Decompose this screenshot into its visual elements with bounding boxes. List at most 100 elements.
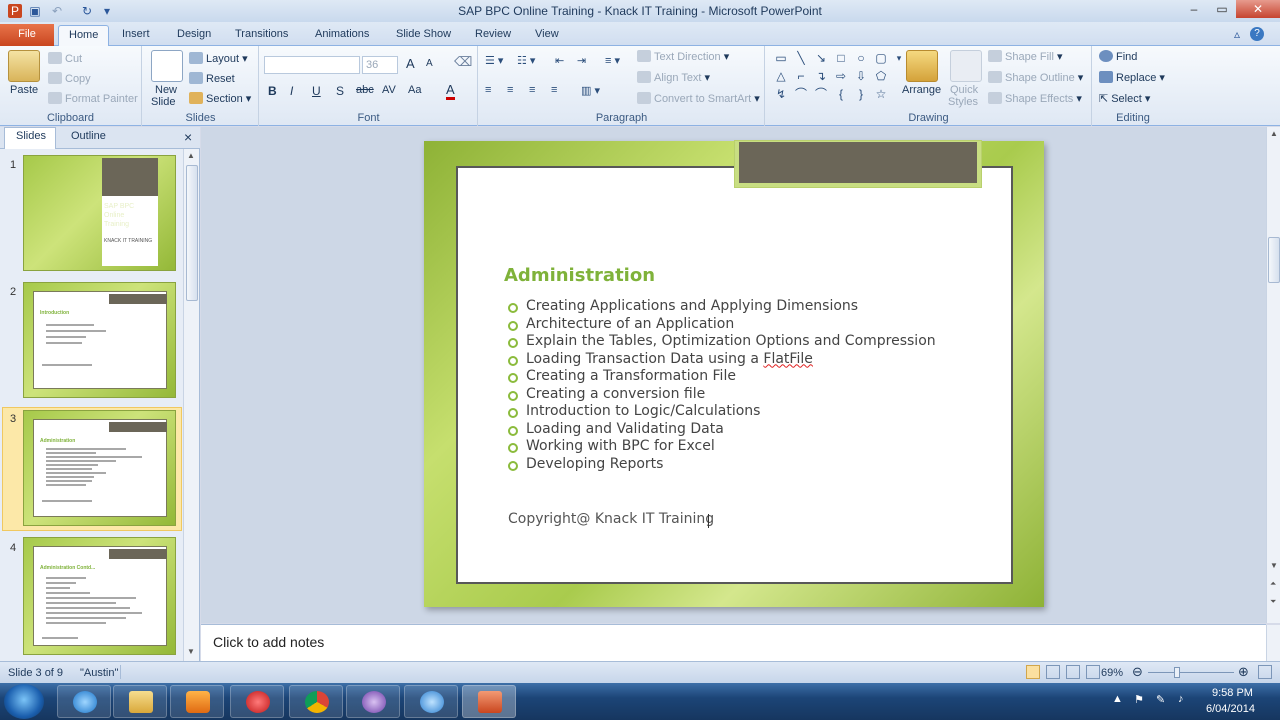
decrease-indent-icon[interactable]: ⇤ bbox=[555, 54, 564, 67]
textbox-shape-icon[interactable]: ▭ bbox=[772, 50, 790, 66]
brace-left-shape-icon[interactable]: { bbox=[832, 86, 850, 102]
taskbar-powerpoint[interactable] bbox=[462, 685, 516, 718]
increase-indent-icon[interactable]: ⇥ bbox=[577, 54, 586, 67]
zoom-slider[interactable] bbox=[1148, 672, 1234, 673]
normal-view-icon[interactable] bbox=[1026, 665, 1040, 679]
section-button[interactable]: Section ▾ bbox=[189, 92, 251, 105]
pin-tray-icon[interactable]: ✎ bbox=[1156, 693, 1165, 706]
slide-sorter-icon[interactable] bbox=[1046, 665, 1060, 679]
fit-to-window-icon[interactable] bbox=[1258, 665, 1272, 679]
bold-button[interactable]: B bbox=[268, 84, 277, 98]
new-slide-button-line2[interactable]: Slide bbox=[151, 96, 175, 108]
convert-smartart-button[interactable]: Convert to SmartArt ▾ bbox=[637, 92, 760, 105]
new-slide-button[interactable]: New bbox=[155, 84, 177, 96]
shape-effects-button[interactable]: Shape Effects ▾ bbox=[988, 92, 1082, 105]
start-button[interactable] bbox=[4, 684, 44, 719]
quick-styles-button[interactable]: Quick bbox=[950, 84, 978, 96]
zoom-in-icon[interactable]: ⊕ bbox=[1238, 664, 1249, 680]
curve-shape-icon[interactable]: ⌒ bbox=[792, 86, 810, 102]
slide-thumbnail-2[interactable]: Introduction bbox=[23, 282, 176, 398]
tab-transitions[interactable]: Transitions bbox=[225, 25, 298, 46]
paste-icon[interactable] bbox=[8, 50, 40, 82]
slide-show-icon[interactable] bbox=[1086, 665, 1100, 679]
network-icon[interactable]: ⚑ bbox=[1134, 693, 1144, 706]
tab-file[interactable]: File bbox=[0, 24, 54, 46]
tab-slide-show[interactable]: Slide Show bbox=[386, 25, 461, 46]
taskbar-app[interactable] bbox=[346, 685, 400, 718]
arrange-button[interactable]: Arrange bbox=[902, 84, 941, 96]
scroll-down-icon[interactable]: ▼ bbox=[187, 647, 195, 656]
oval-shape-icon[interactable]: ○ bbox=[852, 50, 870, 66]
taskbar-pin[interactable] bbox=[230, 685, 284, 718]
taskbar-media-player[interactable] bbox=[170, 685, 224, 718]
select-button[interactable]: ⇱ Select ▾ bbox=[1099, 92, 1150, 105]
line-spacing-icon[interactable]: ≡ ▾ bbox=[605, 54, 620, 67]
taskbar-itunes[interactable] bbox=[404, 685, 458, 718]
zoom-out-icon[interactable]: ⊖ bbox=[1132, 664, 1143, 680]
change-case-button[interactable]: Aa bbox=[408, 84, 421, 96]
star-shape-icon[interactable]: ☆ bbox=[872, 86, 890, 102]
font-name-combo[interactable] bbox=[264, 56, 360, 74]
reading-view-icon[interactable] bbox=[1066, 665, 1080, 679]
reset-button[interactable]: Reset bbox=[189, 72, 235, 85]
slide-scrollbar[interactable]: ▲ ▼ ⏶ ⏷ bbox=[1266, 127, 1280, 623]
tab-insert[interactable]: Insert bbox=[112, 25, 160, 46]
tab-home[interactable]: Home bbox=[58, 25, 110, 46]
columns-icon[interactable]: ▥ ▾ bbox=[581, 84, 600, 97]
clock-date[interactable]: 6/04/2014 bbox=[1206, 703, 1255, 715]
taskbar-explorer[interactable] bbox=[113, 685, 167, 718]
scroll-up-icon[interactable]: ▲ bbox=[1270, 129, 1278, 138]
maximize-button[interactable]: ▭ bbox=[1208, 0, 1236, 18]
slide-thumbnail-3[interactable]: Administration bbox=[23, 410, 176, 526]
underline-button[interactable]: U bbox=[312, 84, 321, 98]
scroll-down-icon[interactable]: ▼ bbox=[1270, 561, 1278, 570]
align-right-icon[interactable]: ≡ bbox=[529, 84, 535, 96]
arrow-line-shape-icon[interactable]: ↘ bbox=[812, 50, 830, 66]
zoom-slider-thumb[interactable] bbox=[1174, 667, 1180, 678]
slide-scroll-thumb[interactable] bbox=[1268, 237, 1280, 283]
paste-button[interactable]: Paste bbox=[10, 84, 38, 96]
clock-time[interactable]: 9:58 PM bbox=[1212, 687, 1253, 699]
down-arrow-shape-icon[interactable]: ⇩ bbox=[852, 68, 870, 84]
find-button[interactable]: Find bbox=[1099, 50, 1137, 63]
arrange-icon[interactable] bbox=[906, 50, 938, 82]
character-spacing-button[interactable]: AV bbox=[382, 84, 396, 96]
format-painter-button[interactable]: Format Painter bbox=[48, 92, 138, 105]
rounded-rect-shape-icon[interactable]: ▢ bbox=[872, 50, 890, 66]
current-slide[interactable]: Administration Creating Applications and… bbox=[424, 140, 1044, 607]
cut-button[interactable]: Cut bbox=[48, 52, 82, 65]
shape-fill-button[interactable]: Shape Fill ▾ bbox=[988, 50, 1063, 63]
volume-icon[interactable]: ♪ bbox=[1178, 693, 1184, 705]
strikethrough-button[interactable]: abc bbox=[356, 84, 374, 96]
text-direction-button[interactable]: Text Direction ▾ bbox=[637, 50, 729, 63]
pentagon-shape-icon[interactable]: ⬠ bbox=[872, 68, 890, 84]
right-arrow-shape-icon[interactable]: ⇨ bbox=[832, 68, 850, 84]
elbow-arrow-icon[interactable]: ↴ bbox=[812, 68, 830, 84]
taskbar-chrome[interactable] bbox=[289, 685, 343, 718]
quick-styles-button-line2[interactable]: Styles bbox=[948, 96, 978, 108]
italic-button[interactable]: I bbox=[290, 84, 293, 98]
next-slide-icon[interactable]: ⏷ bbox=[1270, 597, 1276, 607]
tab-design[interactable]: Design bbox=[167, 25, 221, 46]
slide-bullet-list[interactable]: Creating Applications and Applying Dimen… bbox=[508, 298, 936, 473]
arc-shape-icon[interactable]: ⌒ bbox=[812, 86, 830, 102]
slides-pane-scrollbar[interactable]: ▲ ▼ bbox=[183, 149, 199, 661]
minimize-ribbon-icon[interactable]: ▵ bbox=[1230, 27, 1244, 41]
slide-thumbnail-4[interactable]: Administration Contd... bbox=[23, 537, 176, 655]
layout-button[interactable]: Layout ▾ bbox=[189, 52, 248, 65]
justify-icon[interactable]: ≡ bbox=[551, 84, 557, 96]
notes-pane[interactable]: Click to add notes bbox=[201, 624, 1280, 662]
align-center-icon[interactable]: ≡ bbox=[507, 84, 513, 96]
numbering-icon[interactable]: ☷ ▾ bbox=[517, 54, 535, 67]
close-button[interactable]: ✕ bbox=[1236, 0, 1280, 18]
taskbar-ie[interactable] bbox=[57, 685, 111, 718]
elbow-connector-icon[interactable]: ⌐ bbox=[792, 68, 810, 84]
scroll-up-icon[interactable]: ▲ bbox=[187, 151, 195, 160]
shape-outline-button[interactable]: Shape Outline ▾ bbox=[988, 71, 1083, 84]
bullets-icon[interactable]: ☰ ▾ bbox=[485, 54, 503, 67]
slides-pane-scroll-thumb[interactable] bbox=[186, 165, 198, 301]
brace-right-shape-icon[interactable]: } bbox=[852, 86, 870, 102]
tab-view[interactable]: View bbox=[525, 25, 569, 46]
slide-title[interactable]: Administration bbox=[504, 265, 655, 286]
replace-button[interactable]: Replace ▾ bbox=[1099, 71, 1165, 84]
